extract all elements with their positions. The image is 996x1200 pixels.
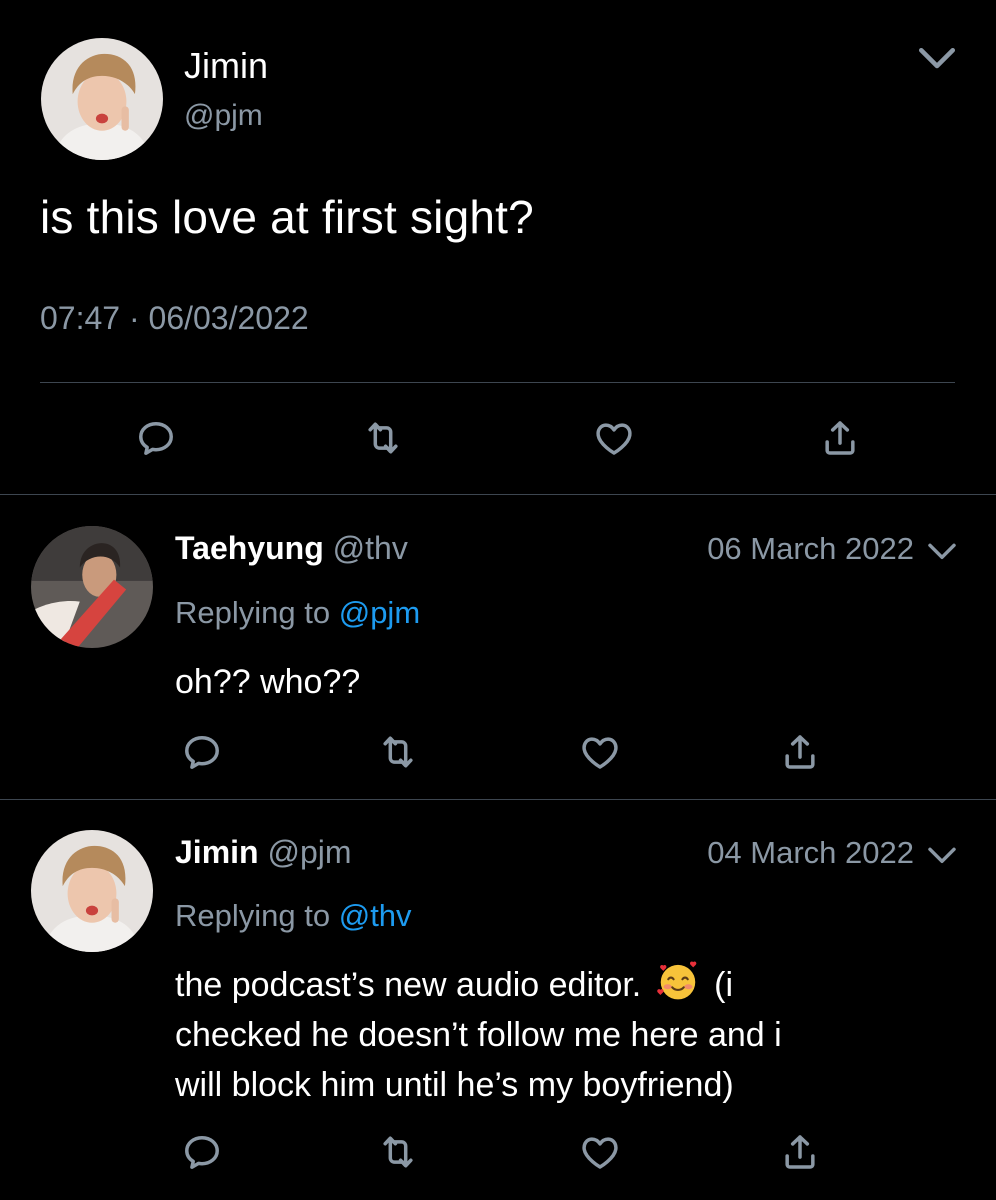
author-name[interactable]: Jimin @pjm <box>175 834 352 871</box>
share-icon[interactable] <box>778 1130 822 1174</box>
replying-label: Replying to <box>175 595 331 630</box>
reply-icon[interactable] <box>180 730 224 774</box>
author-name[interactable]: Taehyung @thv <box>175 530 408 567</box>
reply-date: 04 March 2022 <box>707 835 914 870</box>
replying-to: Replying to @pjm <box>175 595 420 631</box>
retweet-icon[interactable] <box>376 1130 420 1174</box>
tweet-text: is this love at first sight? <box>40 191 534 243</box>
tweet-text-line: the podcast’s new audio editor. (i <box>175 958 955 1010</box>
smiling-face-with-hearts-icon <box>655 958 701 1004</box>
author-name[interactable]: Jimin <box>184 45 268 87</box>
share-icon[interactable] <box>778 730 822 774</box>
tweet-text-line: checked he doesn’t follow me here and i <box>175 1016 782 1054</box>
tweet-timestamp: 07:47 · 06/03/2022 <box>40 300 309 336</box>
avatar-photo <box>31 830 153 952</box>
like-icon[interactable] <box>592 416 636 460</box>
like-icon[interactable] <box>578 730 622 774</box>
tweet-text: the podcast’s new audio editor. (i check… <box>175 958 955 1110</box>
retweet-icon[interactable] <box>361 416 405 460</box>
mention-link[interactable]: @thv <box>339 898 412 933</box>
tweet-text-segment: (i <box>714 966 734 1004</box>
retweet-icon[interactable] <box>376 730 420 774</box>
share-icon[interactable] <box>818 416 862 460</box>
replying-to: Replying to @thv <box>175 898 412 934</box>
divider <box>40 382 955 383</box>
author-handle[interactable]: @pjm <box>267 834 351 870</box>
divider <box>0 799 996 800</box>
author-handle[interactable]: @pjm <box>184 99 263 133</box>
mention-link[interactable]: @pjm <box>339 595 420 630</box>
reply-icon[interactable] <box>134 416 178 460</box>
tweet-text-line: will block him until he’s my boyfriend) <box>175 1066 734 1104</box>
avatar-photo <box>41 38 163 160</box>
main-tweet: Jimin @pjm is this love at first sight? … <box>0 0 996 494</box>
author-display-name[interactable]: Taehyung <box>175 530 324 566</box>
chevron-down-icon[interactable] <box>926 844 958 868</box>
reply-icon[interactable] <box>180 1130 224 1174</box>
author-handle[interactable]: @thv <box>333 530 408 566</box>
author-display-name[interactable]: Jimin <box>175 834 259 870</box>
replying-label: Replying to <box>175 898 331 933</box>
avatar[interactable] <box>41 38 163 160</box>
avatar-photo <box>31 526 153 648</box>
tweet-text: oh?? who?? <box>175 663 361 701</box>
avatar[interactable] <box>31 830 153 952</box>
divider <box>0 494 996 495</box>
chevron-down-icon[interactable] <box>926 540 958 564</box>
thread-view: Jimin @pjm is this love at first sight? … <box>0 0 996 1200</box>
avatar[interactable] <box>31 526 153 648</box>
tweet-text-segment: the podcast’s new audio editor. <box>175 966 642 1004</box>
chevron-down-icon[interactable] <box>916 44 958 74</box>
reply-date: 06 March 2022 <box>707 531 914 566</box>
like-icon[interactable] <box>578 1130 622 1174</box>
